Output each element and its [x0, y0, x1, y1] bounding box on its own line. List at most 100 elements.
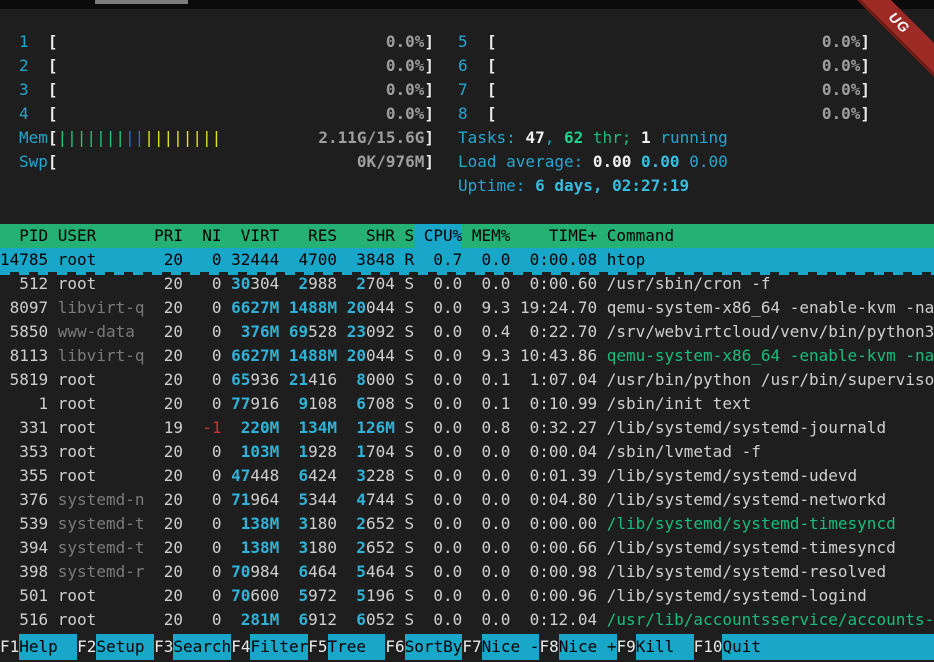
- cell-shr: 6708: [347, 392, 395, 416]
- cell-virt-hi: 103M: [241, 442, 280, 461]
- cell-shr: 1704: [347, 440, 395, 464]
- meter-pipes: [58, 54, 386, 78]
- cell-shr: 2704: [347, 272, 395, 296]
- uptime: Uptime: 6 days, 02:27:19: [458, 174, 870, 198]
- bracket-open: [: [487, 102, 497, 126]
- process-row[interactable]: 5850www-data200376M6952823092S0.00.40:22…: [0, 320, 934, 344]
- fkey-item-f3[interactable]: F3Search: [154, 634, 231, 660]
- column-header-mem[interactable]: MEM%: [472, 224, 511, 248]
- cell-command: /lib/systemd/systemd-timesyncd: [607, 512, 934, 536]
- cell-pri: 20: [154, 488, 183, 512]
- bracket-close: ]: [424, 150, 434, 174]
- cell-time: 0:00.08: [520, 248, 597, 272]
- bracket-close: ]: [424, 30, 434, 54]
- cell-shr: 20044: [347, 296, 395, 320]
- cpu-meter-5: 5[0.0%]: [458, 30, 870, 54]
- cell-state: S: [404, 440, 414, 464]
- cell-cpu: 0.7: [424, 248, 463, 272]
- cell-user: root: [58, 608, 145, 632]
- cell-shr: 2652: [347, 536, 395, 560]
- cell-command: /sbin/lvmetad -f: [607, 440, 934, 464]
- fkey-item-f9[interactable]: F9Kill: [617, 634, 694, 660]
- fkey-item-f5[interactable]: F5Tree: [308, 634, 385, 660]
- column-header-res[interactable]: RES: [289, 224, 337, 248]
- cell-virt-hi: 65: [231, 370, 250, 389]
- cell-cpu: 0.0: [424, 320, 463, 344]
- cell-state: S: [404, 560, 414, 584]
- cell-pid: 539: [0, 512, 48, 536]
- process-row[interactable]: 539systemd-t200138M31802652S0.00.00:00.0…: [0, 512, 934, 536]
- cell-pri: 20: [154, 272, 183, 296]
- mem-meter: Mem[|||||||||||||||||2.11G/15.6G]: [19, 126, 434, 150]
- cell-mem: 0.0: [472, 248, 511, 272]
- swp-meter: Swp[0K/976M]: [19, 150, 434, 174]
- cell-state: S: [404, 536, 414, 560]
- cpu-meter-4-value: 0.0%: [386, 102, 425, 126]
- column-header-time[interactable]: TIME+: [520, 224, 597, 248]
- cell-res-lo: 928: [308, 442, 337, 461]
- fkey-f5-label: Tree: [328, 634, 386, 660]
- column-header-s[interactable]: S: [404, 224, 414, 248]
- column-header-virt[interactable]: VIRT: [231, 224, 279, 248]
- cell-mem: 9.3: [472, 296, 511, 320]
- cell-virt: 376M: [231, 320, 279, 344]
- process-row[interactable]: 512root2003030429882704S0.00.00:00.60/us…: [0, 272, 934, 296]
- cell-ni: 0: [193, 488, 222, 512]
- fkey-item-f6[interactable]: F6SortBy: [385, 634, 462, 660]
- cell-state: S: [404, 272, 414, 296]
- column-header-shr[interactable]: SHR: [347, 224, 395, 248]
- cell-res-hi: 69: [289, 322, 308, 341]
- process-row[interactable]: 8113libvirt-q2006627M1488M20044S0.09.310…: [0, 344, 934, 368]
- cell-shr-lo: 704: [366, 442, 395, 461]
- process-row[interactable]: 14785root2003244447003848R0.70.00:00.08h…: [0, 248, 934, 272]
- column-header-pid[interactable]: PID: [0, 224, 48, 248]
- process-row[interactable]: 376systemd-n2007196453444744S0.00.00:04.…: [0, 488, 934, 512]
- column-header-command[interactable]: Command: [607, 224, 934, 248]
- process-row[interactable]: 353root200103M19281704S0.00.00:00.04/sbi…: [0, 440, 934, 464]
- process-row[interactable]: 331root19-1220M134M126MS0.00.80:32.27/li…: [0, 416, 934, 440]
- cell-shr: 126M: [347, 416, 395, 440]
- column-header-user[interactable]: USER: [58, 224, 145, 248]
- process-row[interactable]: 355root2004744864243228S0.00.00:01.39/li…: [0, 464, 934, 488]
- fkey-item-f7[interactable]: F7Nice -: [462, 634, 539, 660]
- load-average-segment: Load average:: [458, 152, 593, 171]
- cell-user: libvirt-q: [58, 296, 145, 320]
- process-row[interactable]: 398systemd-r2007098464645464S0.00.00:00.…: [0, 560, 934, 584]
- cell-virt: 6627M: [231, 296, 279, 320]
- cell-command: /usr/sbin/cron -f: [607, 272, 934, 296]
- fkey-item-f1[interactable]: F1Help: [0, 634, 77, 660]
- process-row[interactable]: 1root2007791691086708S0.00.10:10.99/sbin…: [0, 392, 934, 416]
- cell-res-hi: 1488M: [289, 346, 337, 365]
- process-row[interactable]: 5819root20065936214168000S0.00.11:07.04/…: [0, 368, 934, 392]
- process-row[interactable]: 394systemd-t200138M31802652S0.00.00:00.6…: [0, 536, 934, 560]
- cpu-meter-2-value: 0.0%: [386, 54, 425, 78]
- cell-res: 9108: [289, 392, 337, 416]
- fkey-item-f8[interactable]: F8Nice +: [539, 634, 616, 660]
- cell-res-lo: 108: [308, 394, 337, 413]
- meter-pipes: [58, 102, 386, 126]
- cell-virt: 71964: [231, 488, 279, 512]
- cell-cpu: 0.0: [424, 560, 463, 584]
- process-row[interactable]: 516root200281M69126052S0.00.00:12.04/usr…: [0, 608, 934, 632]
- cell-ni: -1: [193, 416, 222, 440]
- fkey-item-f10[interactable]: F10Quit: [694, 634, 934, 660]
- cell-virt-lo: 964: [250, 490, 279, 509]
- bracket-close: ]: [860, 102, 870, 126]
- cell-shr-hi: 6: [356, 394, 366, 413]
- window-tab[interactable]: [95, 0, 188, 4]
- cell-virt-hi: 70: [231, 562, 250, 581]
- column-header-cpu[interactable]: CPU%: [424, 224, 463, 248]
- fkey-item-f2[interactable]: F2Setup: [77, 634, 154, 660]
- process-row[interactable]: 501root2007060059725196S0.00.00:00.96/li…: [0, 584, 934, 608]
- cell-res-hi: 6: [299, 562, 309, 581]
- cell-state: S: [404, 512, 414, 536]
- column-header-pri[interactable]: PRI: [154, 224, 183, 248]
- process-row[interactable]: 8097libvirt-q2006627M1488M20044S0.09.319…: [0, 296, 934, 320]
- column-header-ni[interactable]: NI: [193, 224, 222, 248]
- cell-shr-hi: 8: [356, 370, 366, 389]
- meter-pipe-group-green: |||||||: [58, 128, 125, 147]
- cpu-meter-6-value: 0.0%: [822, 54, 861, 78]
- fkey-item-f4[interactable]: F4Filter: [231, 634, 308, 660]
- cell-virt-hi: 47: [231, 466, 250, 485]
- cell-command: /lib/systemd/systemd-timesyncd: [607, 536, 934, 560]
